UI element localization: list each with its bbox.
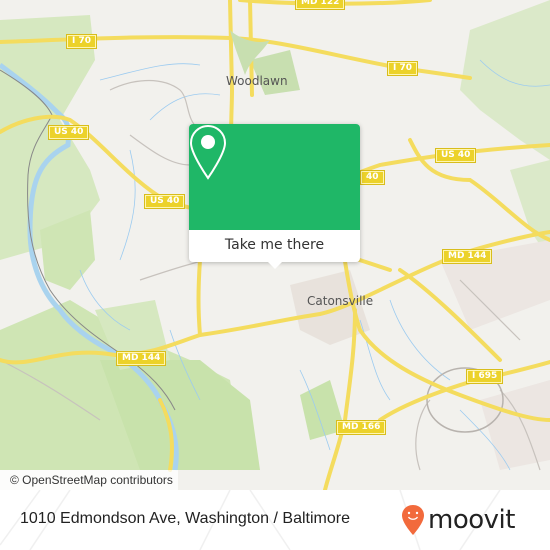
road-shield-md144: MD 144 xyxy=(115,351,167,366)
place-label-catonsville: Catonsville xyxy=(307,294,374,308)
popup-pointer xyxy=(267,261,283,269)
place-label-woodlawn: Woodlawn xyxy=(226,74,288,88)
address-text: 1010 Edmondson Ave, Washington / Baltimo… xyxy=(20,510,350,527)
road-shield-us40: US 40 xyxy=(143,194,186,209)
take-me-there-button[interactable]: Take me there xyxy=(189,230,360,262)
road-shield-md166: MD 166 xyxy=(335,420,387,435)
road-shield-i70: I 70 xyxy=(65,34,98,49)
popup-header xyxy=(189,124,360,230)
moovit-pin-icon xyxy=(402,505,424,535)
map-pin-icon xyxy=(189,124,227,180)
location-popup: Take me there xyxy=(189,124,360,269)
moovit-wordmark: moovit xyxy=(428,505,515,535)
road-shield-us40: US 40 xyxy=(47,125,90,140)
road-shield-us40: US 40 xyxy=(434,148,477,163)
road-shield-i70: I 70 xyxy=(386,61,419,76)
map-attribution[interactable]: © OpenStreetMap contributors xyxy=(0,470,178,490)
footer-bar: 1010 Edmondson Ave, Washington / Baltimo… xyxy=(0,490,550,550)
map-view[interactable]: Woodlawn Catonsville MD 122 I 70 I 70 US… xyxy=(0,0,550,490)
road-shield-i695: I 695 xyxy=(465,369,504,384)
road-shield-md144: MD 144 xyxy=(441,249,493,264)
road-shield-md122: MD 122 xyxy=(294,0,346,10)
road-shield-us40: 40 xyxy=(360,170,385,185)
moovit-logo[interactable]: moovit xyxy=(400,502,515,538)
